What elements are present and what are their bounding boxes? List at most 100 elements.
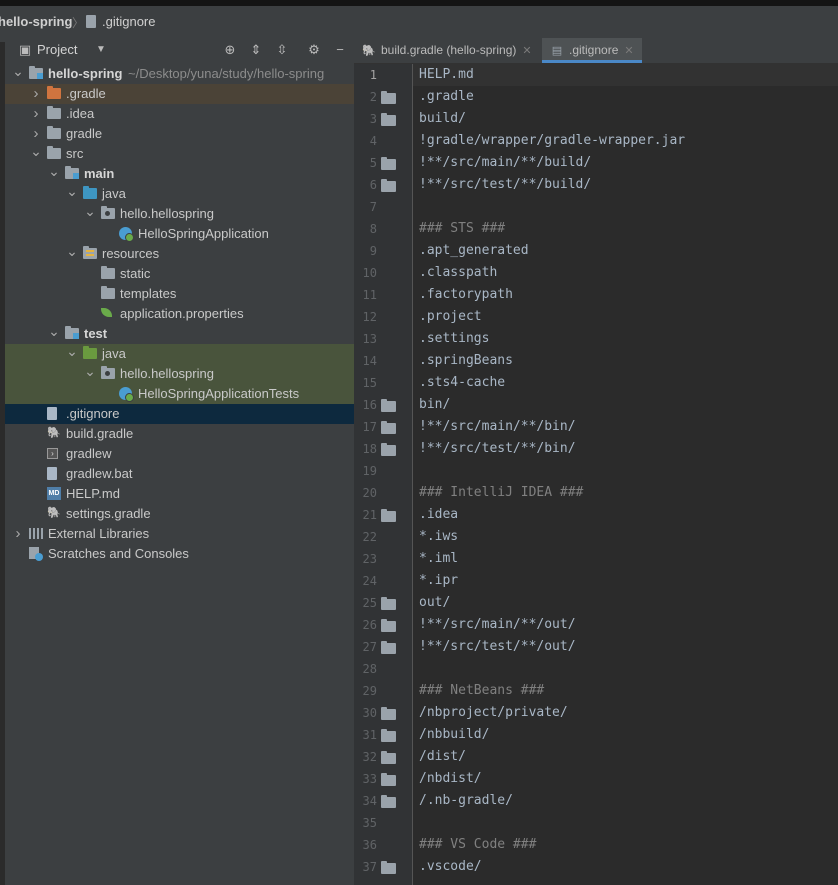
code-line[interactable]: .classpath [419,262,497,284]
code-line[interactable]: ### VS Code ### [419,834,536,856]
code-line[interactable]: /nbproject/private/ [419,702,568,724]
tree-item[interactable]: › .idea [5,104,354,124]
code-line[interactable]: HELP.md [419,64,474,86]
tree-item[interactable]: ⌄ src [5,144,354,164]
tree-item-label: .idea [66,106,95,121]
chevron-down-icon[interactable]: ⌄ [47,164,61,178]
code-line[interactable]: out/ [419,592,450,614]
chevron-down-icon[interactable]: ⌄ [83,204,97,218]
chevron-right-icon[interactable]: › [29,126,43,141]
tree-item-label: settings.gradle [66,506,151,521]
code-line[interactable]: !**/src/test/**/bin/ [419,438,576,460]
editor-gutter: 1 2 3 4 5 6 7 8 9 10 11 12 13 14 15 16 17 18 19 20 21 22 23 24 2… [354,64,413,885]
tree-item[interactable]: › gradle [5,124,354,144]
collapse-all-icon[interactable]: ⇳ [274,42,290,58]
code-line[interactable]: /dist/ [419,746,466,768]
tree-item[interactable]: › External Libraries [5,524,354,544]
tree-item[interactable]: ⌄ hello.hellospring [5,364,354,384]
code-line[interactable]: ### NetBeans ### [419,680,544,702]
tree-item[interactable]: ⌄ hello-spring ~/Desktop/yuna/study/hello-… [5,64,354,84]
code-line[interactable]: !**/src/main/**/build/ [419,152,591,174]
tree-item[interactable]: application.properties [5,304,354,324]
tree-item[interactable]: MD HELP.md [5,484,354,504]
tree-item[interactable]: › .gradle [5,84,354,104]
chevron-right-icon[interactable]: › [11,526,25,541]
line-number: 27 [362,640,377,654]
tree-item[interactable]: Scratches and Consoles [5,544,354,564]
code-line[interactable]: *.iws [419,526,458,548]
code-line[interactable]: ### IntelliJ IDEA ### [419,482,583,504]
folder-icon [47,126,61,139]
expand-all-icon[interactable]: ⇕ [248,42,264,58]
folder-icon [101,266,115,279]
tree-item[interactable]: ⌄ java [5,344,354,364]
code-line[interactable]: !**/src/main/**/out/ [419,614,576,636]
chevron-down-icon[interactable]: ⌄ [47,324,61,338]
tree-item[interactable]: 🐘 build.gradle [5,424,354,444]
locate-file-icon[interactable]: ⊕ [222,42,238,58]
project-panel-title[interactable]: Project [37,42,77,58]
code-line[interactable]: .gradle [419,86,474,108]
tree-item-label: HelloSpringApplicationTests [138,386,300,401]
tree-item[interactable]: ⌄ java [5,184,354,204]
tree-item[interactable]: templates [5,284,354,304]
code-line[interactable]: bin/ [419,394,450,416]
code-line[interactable]: build/ [419,108,466,130]
tree-item[interactable]: 🐘 settings.gradle [5,504,354,524]
code-line[interactable]: !**/src/main/**/bin/ [419,416,576,438]
code-line[interactable]: .factorypath [419,284,513,306]
tree-item[interactable]: › gradlew [5,444,354,464]
navigation-bar: hello-spring 〉 .gitignore [0,0,838,43]
breadcrumb-project[interactable]: hello-spring [0,14,72,30]
editor-code-area[interactable]: HELP.md .gradle build/!gradle/wrapper/grad… [413,64,838,885]
line-number: 17 [362,420,377,434]
breadcrumb-file[interactable]: .gitignore [102,14,155,30]
code-line[interactable]: .settings [419,328,489,350]
code-line[interactable]: .springBeans [419,350,513,372]
tree-item[interactable]: static [5,264,354,284]
code-line[interactable]: /nbbuild/ [419,724,489,746]
chevron-down-icon[interactable]: ▼ [93,42,109,58]
ignore-file-icon [86,15,96,28]
close-icon[interactable]: ✕ [522,45,531,57]
gear-icon[interactable]: ⚙ [306,42,322,58]
chevron-down-icon[interactable]: ⌄ [11,64,25,78]
hide-panel-icon[interactable]: − [332,42,348,58]
chevron-down-icon[interactable]: ⌄ [65,184,79,198]
code-line[interactable]: .sts4-cache [419,372,505,394]
tree-item[interactable]: gradlew.bat [5,464,354,484]
chevron-down-icon[interactable]: ⌄ [83,364,97,378]
code-line[interactable]: *.ipr [419,570,458,592]
tree-item[interactable]: HelloSpringApplication [5,224,354,244]
tree-item[interactable]: ⌄ main [5,164,354,184]
code-line[interactable]: .idea [419,504,458,526]
code-line[interactable]: ### STS ### [419,218,505,240]
folder-icon [381,509,396,522]
code-line[interactable]: .project [419,306,482,328]
code-line[interactable]: !**/src/test/**/build/ [419,174,591,196]
code-line[interactable]: /.nb-gradle/ [419,790,513,812]
tree-item[interactable]: HelloSpringApplicationTests [5,384,354,404]
chevron-right-icon[interactable]: › [29,106,43,121]
chevron-down-icon[interactable]: ⌄ [65,244,79,258]
tree-item[interactable]: .gitignore [5,404,354,424]
chevron-down-icon[interactable]: ⌄ [29,144,43,158]
code-line[interactable]: *.iml [419,548,458,570]
chevron-down-icon[interactable]: ⌄ [65,344,79,358]
tree-item[interactable]: ⌄ resources [5,244,354,264]
tree-item[interactable]: ⌄ hello.hellospring [5,204,354,224]
code-line[interactable]: !**/src/test/**/out/ [419,636,576,658]
code-line[interactable]: .vscode/ [419,856,482,878]
close-icon[interactable]: ✕ [624,45,633,57]
tree-item[interactable]: ⌄ test [5,324,354,344]
tab-build-gradle[interactable]: 🐘 build.gradle (hello-spring) ✕ [362,38,538,63]
code-line[interactable]: !gradle/wrapper/gradle-wrapper.jar [419,130,685,152]
libraries-icon [29,528,43,539]
code-line[interactable]: .apt_generated [419,240,529,262]
chevron-right-icon[interactable]: › [29,86,43,101]
tab-gitignore[interactable]: ▤ .gitignore ✕ [542,38,642,63]
tree-item-label: build.gradle [66,426,134,441]
project-tree: ⌄ hello-spring ~/Desktop/yuna/study/hello-… [5,62,354,885]
line-number: 36 [362,838,377,852]
code-line[interactable]: /nbdist/ [419,768,482,790]
